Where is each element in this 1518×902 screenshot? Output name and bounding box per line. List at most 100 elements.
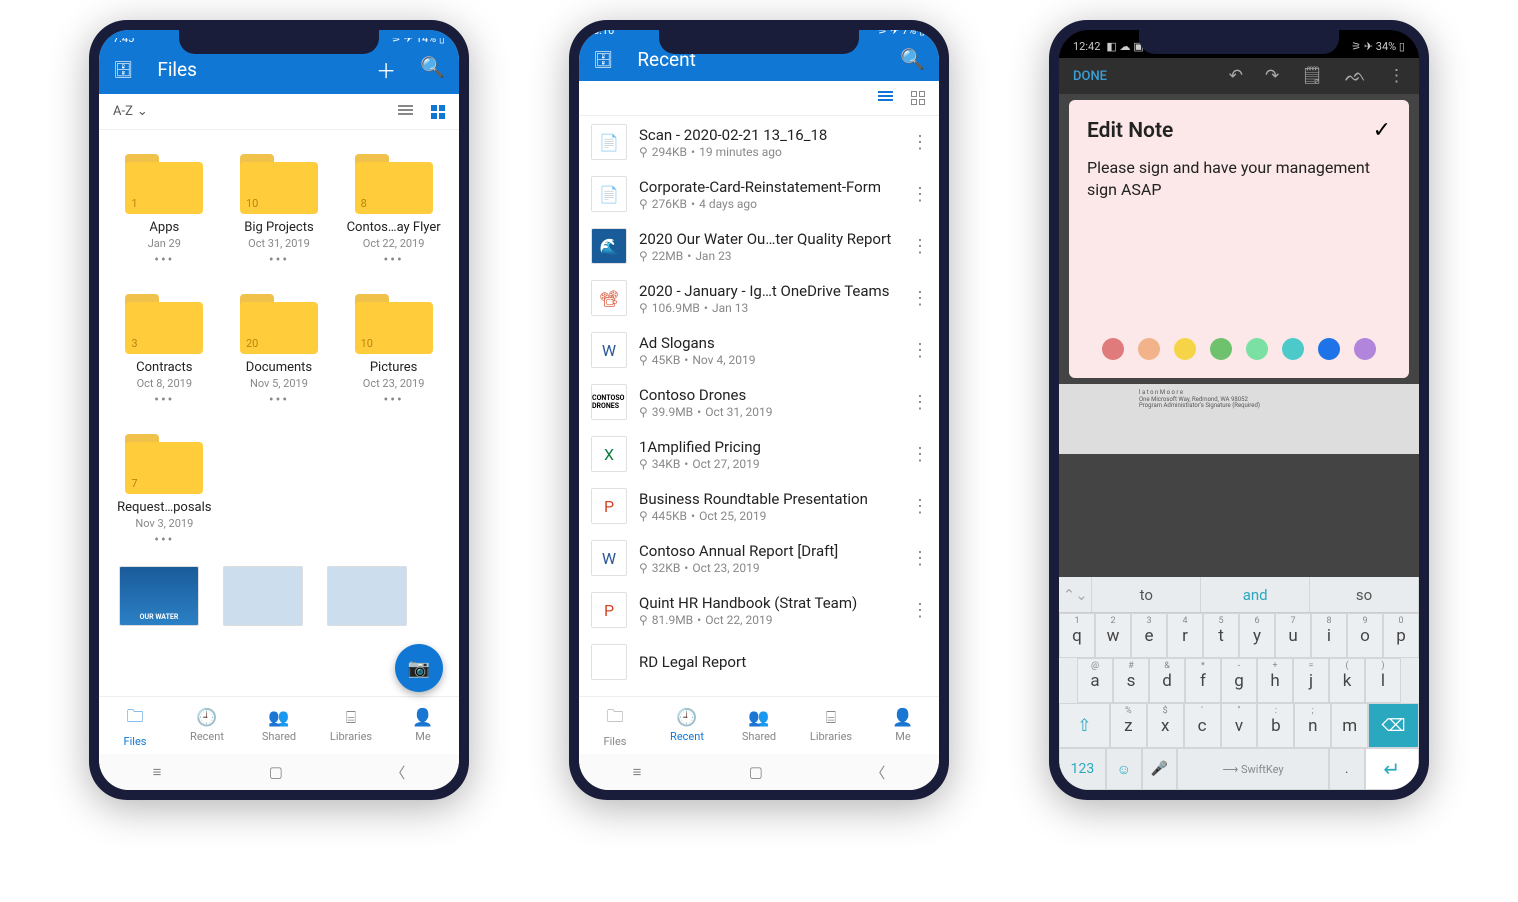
- kb-period[interactable]: .: [1329, 748, 1365, 790]
- kb-suggestion[interactable]: to: [1092, 577, 1201, 612]
- kb-key[interactable]: =j: [1293, 658, 1329, 703]
- kb-key[interactable]: -g: [1221, 658, 1257, 703]
- kb-key[interactable]: &d: [1149, 658, 1185, 703]
- nav-files[interactable]: 🗀Files: [579, 697, 651, 754]
- kb-emoji-icon[interactable]: ☺: [1106, 748, 1142, 790]
- done-button[interactable]: DONE: [1073, 69, 1107, 84]
- nav-libraries[interactable]: ⌸Libraries: [315, 697, 387, 754]
- kb-key[interactable]: "v: [1221, 703, 1258, 748]
- kb-numbers[interactable]: 123: [1059, 748, 1106, 790]
- list-item[interactable]: 📽2020 - January - Ig…t OneDrive Teams⚲10…: [579, 272, 939, 324]
- list-view-icon[interactable]: [878, 91, 893, 105]
- camera-fab[interactable]: 📷: [395, 644, 443, 692]
- kb-shift[interactable]: ⇧: [1059, 703, 1110, 748]
- list-item[interactable]: WContoso Annual Report [Draft]⚲32KB • Oc…: [579, 532, 939, 584]
- nav-me[interactable]: 👤Me: [387, 697, 459, 754]
- folder-more-icon[interactable]: •••: [154, 392, 174, 408]
- list-view-icon[interactable]: [398, 105, 413, 119]
- back-button[interactable]: 〈: [390, 762, 405, 783]
- nav-shared[interactable]: 👥Shared: [723, 697, 795, 754]
- nav-recent[interactable]: 🕘Recent: [171, 697, 243, 754]
- item-more-icon[interactable]: ⋮: [907, 232, 933, 261]
- kb-key[interactable]: 8i: [1311, 613, 1347, 658]
- kb-suggestion[interactable]: and: [1201, 577, 1310, 612]
- list-item[interactable]: PQuint HR Handbook (Strat Team)⚲81.9MB •…: [579, 584, 939, 636]
- color-swatch[interactable]: [1210, 338, 1232, 360]
- redo-icon[interactable]: ↷: [1265, 66, 1279, 86]
- folder-more-icon[interactable]: •••: [154, 532, 174, 548]
- note-icon[interactable]: 🗒: [1301, 66, 1323, 86]
- recent-apps-button[interactable]: ≡: [633, 763, 642, 781]
- list-item[interactable]: WAd Slogans⚲45KB • Nov 4, 2019⋮: [579, 324, 939, 376]
- list-item[interactable]: X1Amplified Pricing⚲34KB • Oct 27, 2019⋮: [579, 428, 939, 480]
- grid-view-icon[interactable]: [431, 105, 445, 119]
- kb-key[interactable]: @a: [1077, 658, 1113, 703]
- kb-key[interactable]: $x: [1147, 703, 1184, 748]
- briefcase-icon[interactable]: 🗄: [113, 60, 133, 79]
- item-more-icon[interactable]: ⋮: [907, 336, 933, 365]
- folder-more-icon[interactable]: •••: [269, 392, 289, 408]
- kb-key[interactable]: :b: [1257, 703, 1294, 748]
- recent-apps-button[interactable]: ≡: [153, 763, 162, 781]
- home-button[interactable]: ▢: [749, 763, 763, 781]
- home-button[interactable]: ▢: [269, 763, 283, 781]
- color-swatch[interactable]: [1138, 338, 1160, 360]
- kb-key[interactable]: 'c: [1184, 703, 1221, 748]
- nav-shared[interactable]: 👥Shared: [243, 697, 315, 754]
- overflow-menu-icon[interactable]: ⋮: [1388, 66, 1405, 86]
- grid-view-icon[interactable]: [911, 91, 925, 105]
- kb-space[interactable]: ⟶ SwiftKey: [1177, 748, 1329, 790]
- color-swatch[interactable]: [1318, 338, 1340, 360]
- kb-backspace[interactable]: !⌫: [1368, 703, 1419, 748]
- item-more-icon[interactable]: ⋮: [907, 440, 933, 469]
- add-button[interactable]: ＋: [376, 55, 396, 84]
- folder-more-icon[interactable]: •••: [154, 252, 174, 268]
- list-item[interactable]: CONTOSO DRONESContoso Drones⚲39.9MB • Oc…: [579, 376, 939, 428]
- file-thumbnail[interactable]: [223, 566, 303, 626]
- kb-key[interactable]: #s: [1113, 658, 1149, 703]
- item-more-icon[interactable]: ⋮: [907, 180, 933, 209]
- folder-item[interactable]: 1 Apps Jan 29 •••: [107, 146, 222, 286]
- item-more-icon[interactable]: ⋮: [907, 284, 933, 313]
- list-item[interactable]: 📄Scan - 2020-02-21 13_16_18⚲294KB • 19 m…: [579, 116, 939, 168]
- item-more-icon[interactable]: ⋮: [907, 128, 933, 157]
- list-item[interactable]: 🌊2020 Our Water Ou…ter Quality Report⚲22…: [579, 220, 939, 272]
- nav-recent[interactable]: 🕘Recent: [651, 697, 723, 754]
- kb-key[interactable]: 5t: [1203, 613, 1239, 658]
- kb-key[interactable]: 6y: [1239, 613, 1275, 658]
- share-icon[interactable]: ᨒ: [1345, 66, 1366, 86]
- list-item[interactable]: 📄Corporate-Card-Reinstatement-Form⚲276KB…: [579, 168, 939, 220]
- check-icon[interactable]: ✓: [1373, 118, 1391, 143]
- kb-key[interactable]: 1q: [1059, 613, 1095, 658]
- kb-key[interactable]: %z: [1110, 703, 1147, 748]
- kb-key[interactable]: m: [1331, 703, 1368, 748]
- color-swatch[interactable]: [1174, 338, 1196, 360]
- kb-suggestion[interactable]: so: [1310, 577, 1419, 612]
- kb-key[interactable]: 2w: [1095, 613, 1131, 658]
- search-icon[interactable]: 🔍: [420, 55, 445, 84]
- nav-libraries[interactable]: ⌸Libraries: [795, 697, 867, 754]
- kb-key[interactable]: 4r: [1167, 613, 1203, 658]
- folder-item[interactable]: 10 Pictures Oct 23, 2019 •••: [336, 286, 451, 426]
- sort-order-button[interactable]: A-Z ⌄: [113, 104, 148, 119]
- list-item[interactable]: RD Legal Report: [579, 636, 939, 688]
- folder-more-icon[interactable]: •••: [384, 252, 404, 268]
- color-swatch[interactable]: [1102, 338, 1124, 360]
- note-body[interactable]: Please sign and have your management sig…: [1087, 157, 1391, 338]
- kb-key[interactable]: (k: [1329, 658, 1365, 703]
- undo-icon[interactable]: ↶: [1229, 66, 1243, 86]
- kb-key[interactable]: *f: [1185, 658, 1221, 703]
- nav-files[interactable]: 🗀Files: [99, 697, 171, 754]
- kb-key[interactable]: ;n: [1294, 703, 1331, 748]
- kb-key[interactable]: +h: [1257, 658, 1293, 703]
- back-button[interactable]: 〈: [870, 762, 885, 783]
- kb-key[interactable]: 3e: [1131, 613, 1167, 658]
- folder-item[interactable]: 8 Contos…ay Flyer Oct 22, 2019 •••: [336, 146, 451, 286]
- folder-more-icon[interactable]: •••: [384, 392, 404, 408]
- briefcase-icon[interactable]: 🗄: [593, 50, 613, 69]
- item-more-icon[interactable]: ⋮: [907, 492, 933, 521]
- kb-key[interactable]: 0p: [1383, 613, 1419, 658]
- color-swatch[interactable]: [1282, 338, 1304, 360]
- kb-key[interactable]: 9o: [1347, 613, 1383, 658]
- kb-expand-icon[interactable]: ⌃⌄: [1059, 577, 1092, 612]
